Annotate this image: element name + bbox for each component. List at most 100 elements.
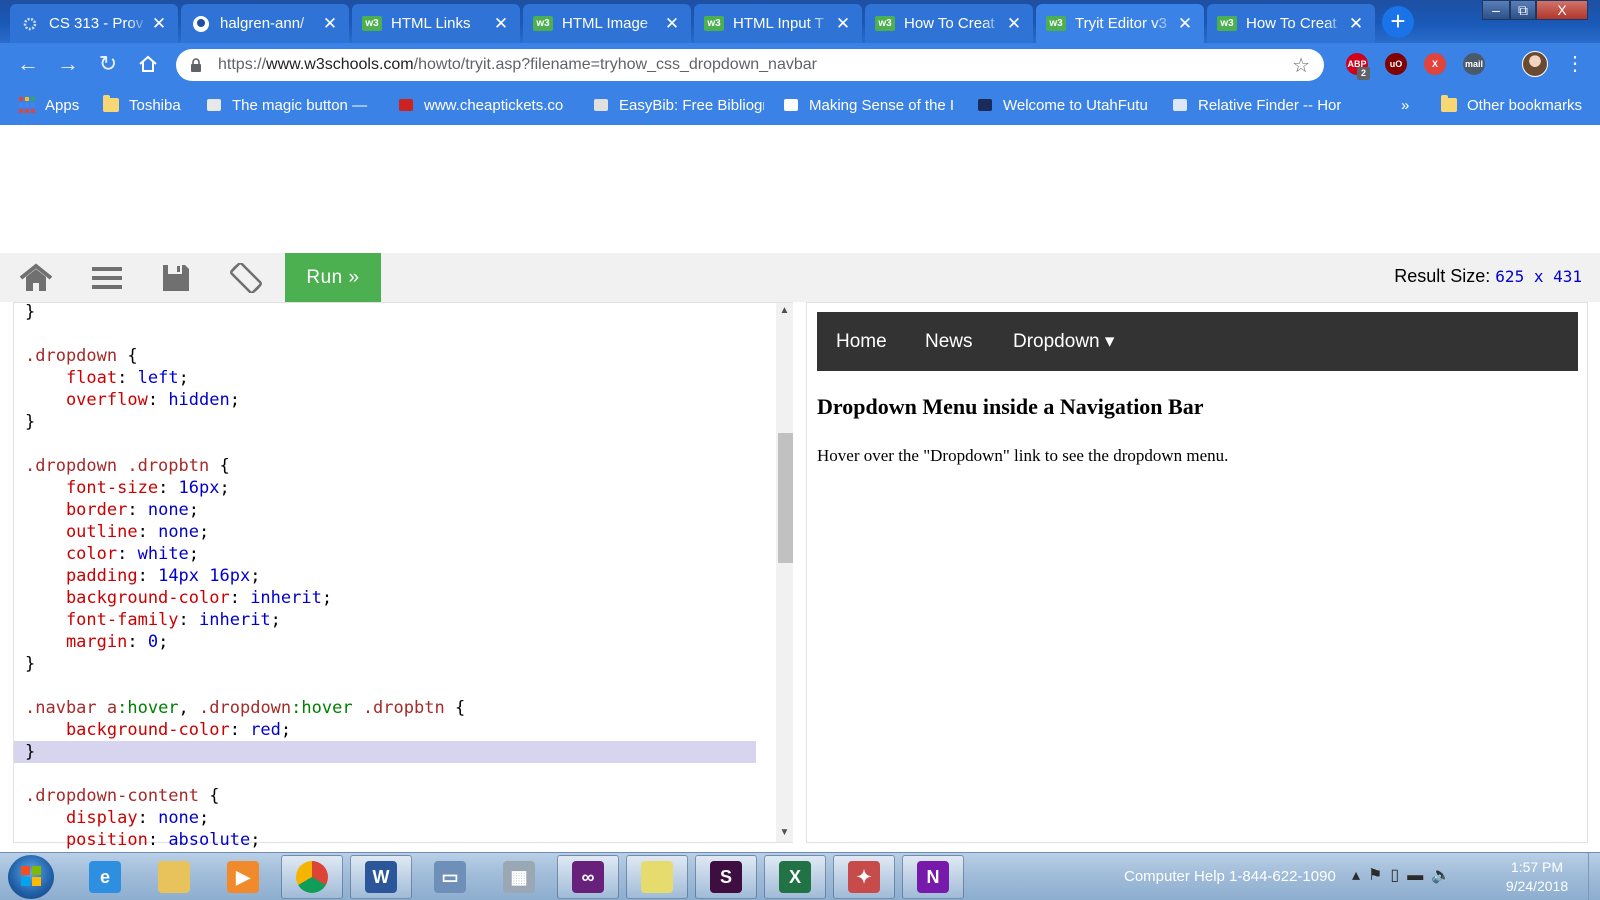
close-tab-icon[interactable]: ✕	[832, 14, 854, 34]
taskbar-calculator-button[interactable]: ▦	[488, 855, 550, 899]
extension-x-icon[interactable]: X	[1424, 53, 1446, 75]
code-token: left	[137, 368, 179, 388]
demo-nav-home-link[interactable]: Home	[836, 312, 887, 371]
network-signal-icon[interactable]: ▬	[1407, 867, 1431, 884]
address-bar[interactable]: https://www.w3schools.com/howto/tryit.as…	[176, 49, 1324, 81]
close-tab-icon[interactable]: ✕	[319, 14, 341, 34]
caret-down-icon: ▾	[1104, 331, 1115, 352]
home-button[interactable]	[130, 43, 166, 85]
extension-mail-icon[interactable]: mail	[1463, 53, 1485, 75]
taskbar-snipping-tool-button[interactable]: ✦	[833, 855, 895, 899]
close-tab-icon[interactable]: ✕	[490, 14, 512, 34]
browser-tab[interactable]: w3 HTML Image ✕	[523, 4, 691, 43]
show-hidden-icons-icon[interactable]: ▴	[1352, 867, 1368, 884]
browser-tab[interactable]: CS 313 - Prov ✕	[10, 4, 178, 43]
bookmark-item[interactable]: Welcome to UtahFutu	[976, 95, 1151, 115]
tab-title: HTML Input T	[733, 15, 824, 32]
code-token: padding	[25, 566, 138, 586]
code-line: .navbar a:hover, .dropdown:hover .dropbt…	[25, 697, 756, 719]
reload-button[interactable]: ↻	[90, 43, 126, 85]
slack-icon: S	[710, 861, 742, 893]
taskbar-media-player-button[interactable]: ▶	[212, 855, 274, 899]
bookmarks-overflow-button[interactable]: »	[1401, 95, 1409, 115]
bookmark-star-icon[interactable]: ☆	[1292, 53, 1310, 78]
close-tab-icon[interactable]: ✕	[148, 14, 170, 34]
browser-tab[interactable]: w3 Tryit Editor v3 ✕	[1036, 4, 1204, 43]
taskbar-chrome-button[interactable]	[281, 855, 343, 899]
bookmark-item[interactable]: Relative Finder -- Hor	[1171, 95, 1341, 115]
demo-paragraph: Hover over the "Dropdown" link to see th…	[817, 446, 1229, 465]
bookmark-item[interactable]: www.cheaptickets.co	[397, 95, 567, 115]
browser-tab[interactable]: halgren-ann/ ✕	[181, 4, 349, 43]
windows-logo-icon	[21, 866, 41, 886]
back-button[interactable]: ←	[10, 43, 46, 85]
run-button[interactable]: Run »	[285, 253, 381, 302]
home-icon[interactable]	[18, 263, 54, 293]
start-button[interactable]	[8, 855, 54, 899]
taskbar-visual-studio-button[interactable]: ∞	[557, 855, 619, 899]
bookmark-item[interactable]: Making Sense of the I	[782, 95, 962, 115]
taskbar-excel-button[interactable]: X	[764, 855, 826, 899]
close-tab-icon[interactable]: ✕	[1003, 14, 1025, 34]
taskbar-file-explorer-button[interactable]	[143, 855, 205, 899]
easybib-icon	[592, 97, 610, 113]
browser-tab[interactable]: w3 How To Creat ✕	[865, 4, 1033, 43]
close-tab-icon[interactable]: ✕	[1345, 14, 1367, 34]
browser-tab[interactable]: w3 HTML Input T ✕	[694, 4, 862, 43]
taskbar-slack-button[interactable]: S	[695, 855, 757, 899]
profile-avatar[interactable]	[1522, 51, 1548, 77]
menu-icon[interactable]	[89, 263, 125, 293]
bookmark-item[interactable]: Toshiba	[102, 95, 184, 115]
forward-button[interactable]: →	[50, 43, 86, 85]
other-bookmarks[interactable]: Other bookmarks	[1440, 95, 1582, 115]
chrome-menu-icon[interactable]: ⋮	[1565, 51, 1585, 76]
code-line: }	[25, 301, 756, 323]
demo-nav-news-link[interactable]: News	[925, 312, 973, 371]
window-minimize-button[interactable]: –	[1482, 0, 1510, 20]
browser-tab[interactable]: w3 HTML Links ✕	[352, 4, 520, 43]
clock-time: 1:57 PM	[1510, 859, 1564, 875]
word-icon: W	[365, 861, 397, 893]
code-content[interactable]: } .dropdown { float: left; overflow: hidd…	[14, 301, 756, 851]
taskbar-remote-desktop-button[interactable]: ▭	[419, 855, 481, 899]
browser-tab[interactable]: w3 How To Creat ✕	[1207, 4, 1375, 43]
bookmark-apps[interactable]: Apps	[18, 95, 79, 115]
bookmark-item[interactable]: EasyBib: Free Bibliogr	[592, 95, 764, 115]
bookmark-item[interactable]: The magic button —	[205, 95, 375, 115]
window-maximize-button[interactable]: ⧉	[1510, 0, 1536, 20]
window-close-button[interactable]: X	[1536, 0, 1588, 20]
code-line: margin: 0;	[25, 631, 756, 653]
volume-icon[interactable]: 🔈	[1431, 867, 1459, 884]
scrollbar-thumb[interactable]	[778, 433, 793, 563]
power-icon[interactable]: ▯	[1390, 867, 1407, 884]
ok-icon	[205, 97, 223, 113]
code-token: {	[209, 456, 230, 476]
close-tab-icon[interactable]: ✕	[1174, 14, 1196, 34]
editor-scrollbar[interactable]: ▲ ▼	[776, 303, 793, 842]
taskbar-clock[interactable]: 1:57 PM 9/24/2018	[1498, 858, 1576, 896]
new-tab-button[interactable]: +	[1382, 6, 1414, 38]
taskbar-internet-explorer-button[interactable]: e	[74, 855, 136, 899]
close-tab-icon[interactable]: ✕	[661, 14, 683, 34]
scroll-up-arrow-icon[interactable]: ▲	[776, 305, 793, 316]
save-icon[interactable]	[158, 263, 194, 293]
lock-icon	[191, 58, 201, 72]
url-text[interactable]: https://www.w3schools.com/howto/tryit.as…	[218, 56, 817, 74]
demo-heading: Dropdown Menu inside a Navigation Bar	[817, 394, 1204, 419]
code-token: none	[158, 808, 200, 828]
system-tray-icons[interactable]: ▴⚑▯▬🔈	[1352, 865, 1459, 885]
code-token: ;	[158, 632, 169, 652]
taskbar-onenote-button[interactable]: N	[902, 855, 964, 899]
taskbar-word-button[interactable]: W	[350, 855, 412, 899]
w3schools-logo-icon: w3	[1046, 16, 1066, 31]
demo-nav-dropdown-button[interactable]: Dropdown ▾	[1013, 312, 1114, 371]
scroll-down-arrow-icon[interactable]: ▼	[776, 827, 793, 838]
show-desktop-button[interactable]	[1588, 853, 1600, 900]
action-center-flag-icon[interactable]: ⚑	[1368, 867, 1390, 884]
rotate-orientation-icon[interactable]	[228, 263, 264, 293]
taskbar-sticky-notes-button[interactable]	[626, 855, 688, 899]
extension-uo-icon[interactable]: uO	[1385, 53, 1407, 75]
code-editor[interactable]: } .dropdown { float: left; overflow: hidd…	[13, 302, 793, 850]
